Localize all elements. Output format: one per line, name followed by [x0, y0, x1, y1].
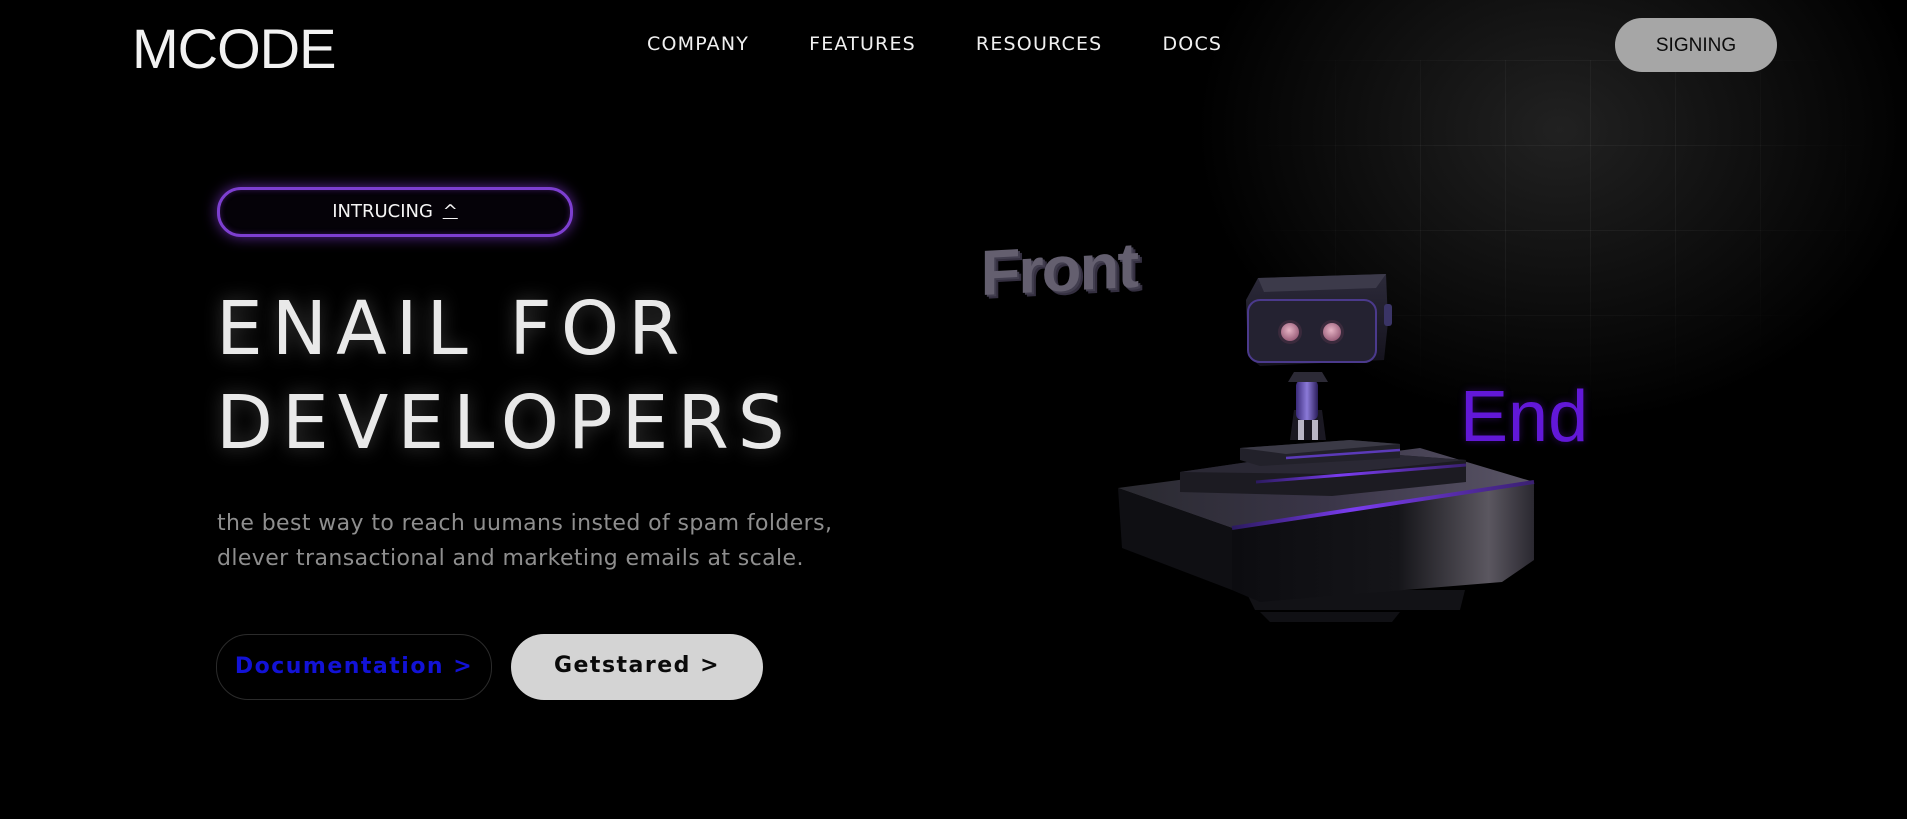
- robot-icon: [1118, 274, 1535, 622]
- brand-logo[interactable]: MCODE: [132, 16, 336, 82]
- hero-headline: ENAIL FOR DEVELOPERS: [216, 282, 794, 470]
- nav-item-docs[interactable]: DOCS: [1162, 30, 1222, 58]
- get-started-button[interactable]: Getstared >: [511, 634, 763, 700]
- headline-line-1: ENAIL FOR: [216, 286, 689, 372]
- landing-page: MCODE COMPANY FEATURES RESOURCES DOCS SI…: [0, 0, 1907, 819]
- hero-subtitle: the best way to reach uumans insted of s…: [217, 506, 917, 576]
- nav-item-resources[interactable]: RESOURCES: [976, 30, 1103, 58]
- subtitle-line-2: dlever transactional and marketing email…: [217, 546, 804, 571]
- nav-item-company[interactable]: COMPANY: [647, 30, 749, 58]
- signin-button[interactable]: SIGNING: [1615, 18, 1777, 72]
- subtitle-line-1: the best way to reach uumans insted of s…: [217, 511, 833, 536]
- intro-badge-label: INTRUCING: [332, 201, 433, 222]
- documentation-button[interactable]: Documentation >: [216, 634, 492, 700]
- headline-line-2: DEVELOPERS: [216, 380, 794, 466]
- end-3d-label: End: [1460, 377, 1589, 457]
- nav-item-features[interactable]: FEATURES: [809, 30, 916, 58]
- intro-badge[interactable]: INTRUCING ^: [217, 187, 573, 237]
- main-nav: COMPANY FEATURES RESOURCES DOCS: [647, 30, 1282, 58]
- caret-up-icon: ^: [442, 201, 458, 222]
